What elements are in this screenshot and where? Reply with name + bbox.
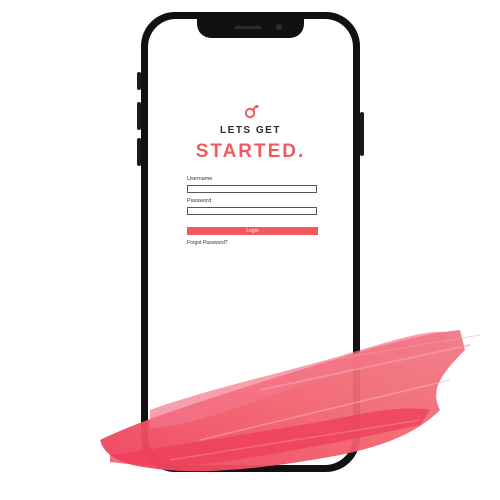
paint-brush-stroke [100,330,481,472]
scene: LETS GET STARTED. Username Password Logi… [0,0,500,500]
